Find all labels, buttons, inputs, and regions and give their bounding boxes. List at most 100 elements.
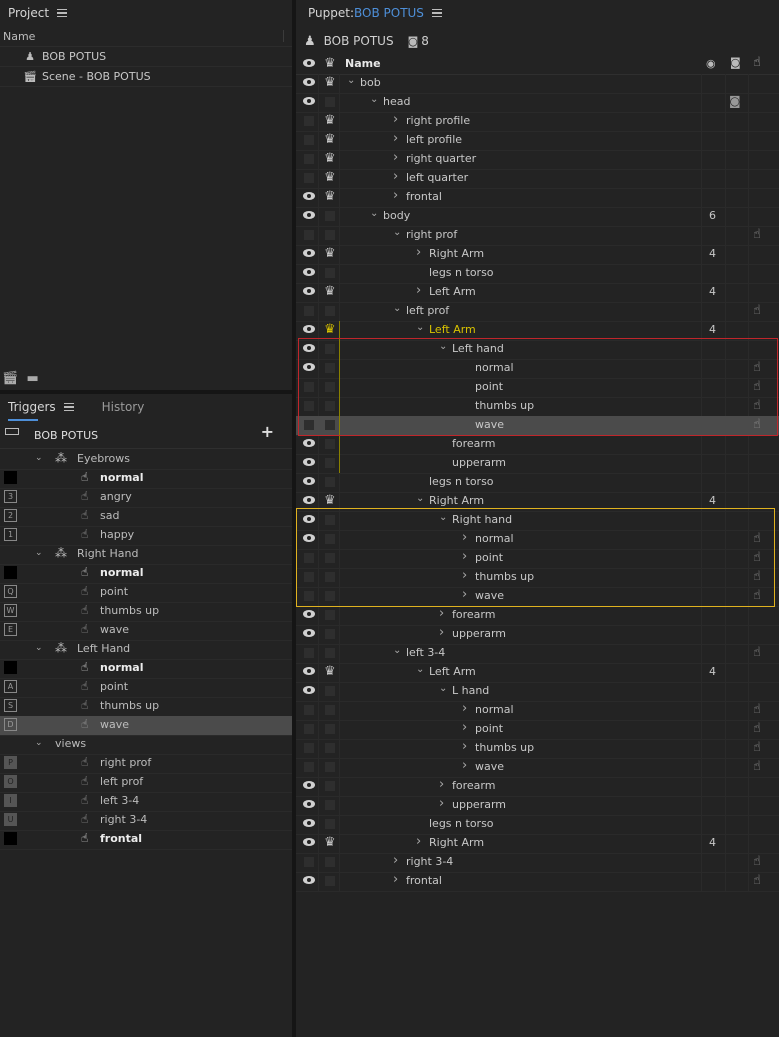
name-column-label[interactable]: Name <box>345 57 381 70</box>
hand-icon[interactable]: ☝ <box>753 303 761 318</box>
hand-icon[interactable]: ☝ <box>753 550 761 565</box>
independent-toggle[interactable] <box>325 211 335 221</box>
puppet-tree-row[interactable]: › forearm <box>296 777 779 797</box>
trigger-key-box[interactable]: Q <box>4 585 17 598</box>
independent-toggle[interactable] <box>325 344 335 354</box>
visibility-toggle[interactable] <box>304 724 314 734</box>
puppet-tree-row[interactable]: ⌄ left 3-4 ☝ <box>296 644 779 664</box>
puppet-tree-row[interactable]: ♛ › right profile <box>296 112 779 132</box>
puppet-tree-row[interactable]: ♛ › frontal <box>296 188 779 208</box>
visibility-toggle[interactable] <box>304 420 314 430</box>
puppet-tree-row[interactable]: › wave ☝ <box>296 587 779 607</box>
trigger-key-box[interactable]: P <box>4 756 17 769</box>
chevron-right-icon[interactable]: › <box>439 796 444 811</box>
visibility-toggle[interactable] <box>304 154 314 164</box>
crown-icon[interactable]: ♛ <box>324 170 336 185</box>
puppet-tree-row[interactable]: › frontal ☝ <box>296 872 779 892</box>
independent-toggle[interactable] <box>325 477 335 487</box>
trigger-key-box[interactable] <box>4 661 17 674</box>
puppet-tree-row[interactable]: ⌄ body 6 <box>296 207 779 227</box>
independent-toggle[interactable] <box>325 420 335 430</box>
chevron-right-icon[interactable]: › <box>462 701 467 716</box>
trigger-key-box[interactable]: W <box>4 604 17 617</box>
chevron-right-icon[interactable]: › <box>393 131 398 146</box>
puppet-tree-row[interactable]: legs n torso <box>296 473 779 493</box>
chevron-right-icon[interactable]: › <box>462 587 467 602</box>
independent-toggle[interactable] <box>325 743 335 753</box>
hand-icon[interactable]: ☝ <box>753 645 761 660</box>
keyboard-icon[interactable] <box>5 428 19 435</box>
eye-icon[interactable] <box>303 268 315 276</box>
chevron-right-icon[interactable]: › <box>393 112 398 127</box>
puppet-tree-row[interactable]: ⌄ Left hand <box>296 340 779 360</box>
eye-icon[interactable] <box>303 534 315 542</box>
trigger-row[interactable]: 3 ☝ angry <box>0 488 292 508</box>
puppet-tree-row[interactable]: thumbs up ☝ <box>296 397 779 417</box>
independent-toggle[interactable] <box>325 534 335 544</box>
puppet-tree-row[interactable]: › thumbs up ☝ <box>296 739 779 759</box>
eye-icon[interactable] <box>303 344 315 352</box>
chevron-right-icon[interactable]: › <box>439 625 444 640</box>
hand-icon[interactable]: ☝ <box>753 759 761 774</box>
puppet-tree-row[interactable]: ♛ › left profile <box>296 131 779 151</box>
chevron-down-icon[interactable]: ⌄ <box>347 75 355 86</box>
independent-toggle[interactable] <box>325 629 335 639</box>
crown-icon[interactable]: ♛ <box>324 113 336 128</box>
hand-icon[interactable]: ☝ <box>753 588 761 603</box>
independent-toggle[interactable] <box>325 382 335 392</box>
puppet-tree-row[interactable]: › point ☝ <box>296 720 779 740</box>
trigger-key-box[interactable]: 2 <box>4 509 17 522</box>
trigger-row[interactable]: D ☝ wave <box>0 716 292 736</box>
chevron-down-icon[interactable]: ⌄ <box>35 453 43 463</box>
crown-icon[interactable]: ♛ <box>324 493 336 508</box>
chevron-down-icon[interactable]: ⌄ <box>439 512 447 523</box>
independent-toggle[interactable] <box>325 610 335 620</box>
hand-icon[interactable]: ☝ <box>753 854 761 869</box>
chevron-right-icon[interactable]: › <box>462 720 467 735</box>
visibility-toggle[interactable] <box>304 762 314 772</box>
trigger-row[interactable]: 1 ☝ happy <box>0 526 292 546</box>
chevron-right-icon[interactable]: › <box>393 150 398 165</box>
trigger-key-box[interactable] <box>4 566 17 579</box>
trigger-row[interactable]: O ☝ left prof <box>0 773 292 793</box>
chevron-right-icon[interactable]: › <box>416 245 421 260</box>
trigger-group-row[interactable]: ⌄ ⁂ Right Hand <box>0 545 292 565</box>
puppet-tree-row[interactable]: › thumbs up ☝ <box>296 568 779 588</box>
crown-icon[interactable]: ♛ <box>324 835 336 850</box>
crown-icon[interactable]: ♛ <box>324 75 336 90</box>
trigger-key-box[interactable]: 1 <box>4 528 17 541</box>
eye-icon[interactable] <box>303 496 315 504</box>
new-scene-icon[interactable]: 🎬︎ <box>2 371 19 386</box>
independent-toggle[interactable] <box>325 572 335 582</box>
camera-column-icon[interactable]: ◙ <box>730 56 741 69</box>
project-panel-title[interactable]: Project <box>8 6 49 20</box>
hand-icon[interactable]: ☝ <box>753 379 761 394</box>
independent-toggle[interactable] <box>325 724 335 734</box>
chevron-right-icon[interactable]: › <box>393 853 398 868</box>
puppet-tree-row[interactable]: ⌄ right prof ☝ <box>296 226 779 246</box>
puppet-tree-row[interactable]: wave ☝ <box>296 416 779 436</box>
puppet-tree-row[interactable]: legs n torso <box>296 264 779 284</box>
trigger-group-row[interactable]: ⌄ ⁂ Eyebrows <box>0 450 292 470</box>
visibility-toggle[interactable] <box>304 116 314 126</box>
chevron-right-icon[interactable]: › <box>416 834 421 849</box>
project-item-scene[interactable]: 🎬︎ Scene - BOB POTUS <box>0 67 292 87</box>
eye-icon[interactable] <box>303 249 315 257</box>
trigger-key-box[interactable]: S <box>4 699 17 712</box>
puppet-tree-row[interactable]: › normal ☝ <box>296 701 779 721</box>
chevron-down-icon[interactable]: ⌄ <box>393 227 401 238</box>
chevron-right-icon[interactable]: › <box>462 530 467 545</box>
trigger-group-row[interactable]: ⌄ views <box>0 735 292 755</box>
trigger-key-box[interactable]: E <box>4 623 17 636</box>
puppet-tree-row[interactable]: point ☝ <box>296 378 779 398</box>
chevron-down-icon[interactable]: ⌄ <box>35 643 43 653</box>
eye-icon[interactable] <box>303 629 315 637</box>
visibility-toggle[interactable] <box>304 135 314 145</box>
independent-toggle[interactable] <box>325 439 335 449</box>
visibility-toggle[interactable] <box>304 382 314 392</box>
independent-toggle[interactable] <box>325 306 335 316</box>
visibility-toggle[interactable] <box>304 230 314 240</box>
independent-toggle[interactable] <box>325 876 335 886</box>
trigger-row[interactable]: ☝ frontal <box>0 830 292 850</box>
puppet-tree-row[interactable]: › normal ☝ <box>296 530 779 550</box>
